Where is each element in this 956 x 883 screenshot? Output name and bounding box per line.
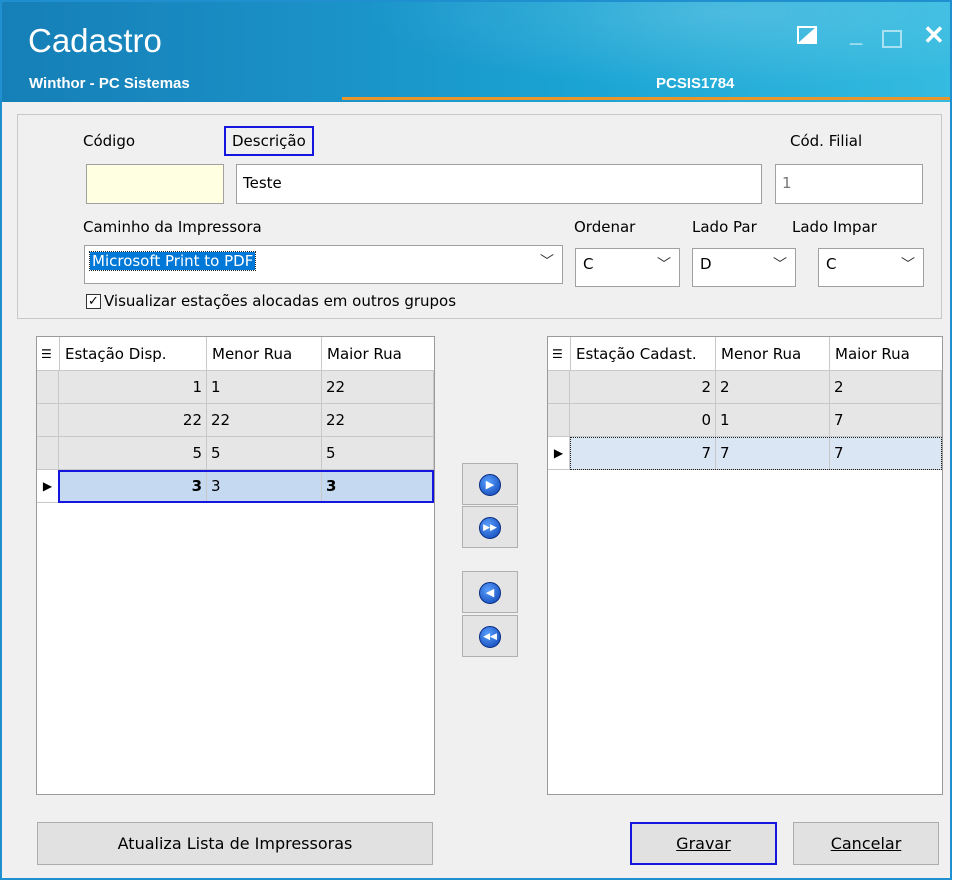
cell-menor-rua: 22 [207, 404, 322, 437]
column-header-estacao[interactable]: Estação Disp. [60, 337, 207, 371]
atualiza-button-label: Atualiza Lista de Impressoras [117, 834, 353, 853]
row-indicator[interactable] [37, 437, 59, 470]
restore-icon[interactable] [797, 26, 817, 44]
lado-impar-select[interactable]: C ﹀ [818, 248, 924, 287]
title-bar-swoosh [302, 2, 950, 102]
cell-maior-rua: 22 [322, 404, 434, 437]
cell-menor-rua: 1 [207, 371, 322, 404]
maximize-icon[interactable] [882, 30, 902, 48]
focus-outline [570, 437, 942, 470]
visualizar-label: Visualizar estações alocadas em outros g… [104, 292, 457, 310]
table-row[interactable]: 0 1 7 [548, 404, 942, 437]
impressora-select[interactable]: Microsoft Print to PDF ﹀ [84, 245, 563, 284]
move-all-left-button[interactable]: ◀◀ [462, 615, 518, 657]
cell-maior-rua: 7 [830, 404, 942, 437]
lado-par-value: D [700, 255, 712, 273]
move-right-icon: ▶ [479, 474, 501, 496]
atualiza-lista-button[interactable]: Atualiza Lista de Impressoras [37, 822, 433, 865]
descricao-label: Descrição [224, 126, 314, 156]
row-indicator[interactable] [37, 371, 59, 404]
chevron-down-icon[interactable]: ﹀ [540, 251, 554, 271]
lado-par-label: Lado Par [692, 218, 757, 236]
move-right-button[interactable]: ▶ [462, 463, 518, 505]
row-indicator[interactable] [37, 404, 59, 437]
title-bar[interactable]: Cadastro Winthor - PC Sistemas PCSIS1784… [2, 2, 950, 102]
move-all-left-icon: ◀◀ [479, 626, 501, 648]
chevron-down-icon[interactable]: ﹀ [901, 254, 915, 274]
chevron-down-icon[interactable]: ﹀ [657, 254, 671, 274]
selected-table-row[interactable]: ▶ 3 3 3 [37, 470, 434, 503]
selection-highlight [58, 470, 434, 503]
cadastro-window: Cadastro Winthor - PC Sistemas PCSIS1784… [0, 0, 952, 880]
cell-maior-rua: 5 [322, 437, 434, 470]
close-icon[interactable]: ✕ [923, 20, 945, 51]
cell-estacao: 0 [570, 404, 716, 437]
column-header-menor-rua[interactable]: Menor Rua [207, 337, 322, 371]
move-left-button[interactable]: ◀ [462, 571, 518, 613]
filial-label: Cód. Filial [790, 132, 863, 150]
selected-table-row[interactable]: ▶ 7 7 7 [548, 437, 942, 470]
table-row[interactable]: 1 1 22 [37, 371, 434, 404]
column-header-menor-rua[interactable]: Menor Rua [716, 337, 830, 371]
window-title: Cadastro [28, 22, 162, 59]
table-row[interactable]: 2 2 2 [548, 371, 942, 404]
title-accent-line [342, 97, 950, 100]
table-row[interactable]: 22 22 22 [37, 404, 434, 437]
row-pointer-icon[interactable]: ▶ [548, 437, 570, 470]
column-header-maior-rua[interactable]: Maior Rua [830, 337, 942, 371]
cancelar-button[interactable]: Cancelar [793, 822, 939, 865]
ordenar-label: Ordenar [574, 218, 636, 236]
gravar-button[interactable]: Gravar [630, 822, 777, 865]
window-subtitle: Winthor - PC Sistemas [29, 75, 190, 92]
visualizar-checkbox[interactable]: ✓ [86, 294, 101, 309]
column-chooser-icon[interactable]: ☰ [548, 337, 571, 371]
cell-estacao: 2 [570, 371, 716, 404]
gravar-button-label: Gravar [676, 834, 731, 853]
ordenar-select[interactable]: C ﹀ [575, 248, 680, 287]
estacoes-cadastradas-grid: ☰ Estação Cadast. Menor Rua Maior Rua 2 … [547, 336, 943, 795]
cell-estacao: 5 [59, 437, 207, 470]
row-pointer-icon[interactable]: ▶ [37, 470, 59, 503]
descricao-field[interactable]: Teste [236, 164, 762, 204]
lado-impar-label: Lado Impar [792, 218, 877, 236]
impressora-label: Caminho da Impressora [83, 218, 262, 236]
cell-menor-rua: 5 [207, 437, 322, 470]
cell-maior-rua: 2 [830, 371, 942, 404]
cell-menor-rua: 2 [716, 371, 830, 404]
cell-menor-rua: 1 [716, 404, 830, 437]
estacoes-disponiveis-grid: ☰ Estação Disp. Menor Rua Maior Rua 1 1 … [36, 336, 435, 795]
cell-maior-rua: 22 [322, 371, 434, 404]
row-indicator[interactable] [548, 404, 570, 437]
codigo-label: Código [83, 132, 136, 150]
ordenar-value: C [583, 255, 594, 273]
row-indicator[interactable] [548, 371, 570, 404]
filial-field[interactable]: 1 [775, 164, 923, 204]
column-chooser-icon[interactable]: ☰ [37, 337, 60, 371]
cancelar-button-label: Cancelar [830, 834, 902, 853]
cell-estacao: 1 [59, 371, 207, 404]
move-all-right-icon: ▶▶ [479, 517, 501, 539]
lado-impar-value: C [826, 255, 837, 273]
move-left-icon: ◀ [479, 582, 501, 604]
routine-code: PCSIS1784 [656, 75, 735, 92]
table-row[interactable]: 5 5 5 [37, 437, 434, 470]
impressora-value: Microsoft Print to PDF [88, 251, 257, 271]
codigo-field[interactable] [86, 164, 224, 204]
chevron-down-icon[interactable]: ﹀ [773, 254, 787, 274]
column-header-maior-rua[interactable]: Maior Rua [322, 337, 434, 371]
move-all-right-button[interactable]: ▶▶ [462, 506, 518, 548]
minimize-icon[interactable]: _ [850, 22, 862, 48]
column-header-estacao[interactable]: Estação Cadast. [571, 337, 716, 371]
lado-par-select[interactable]: D ﹀ [692, 248, 796, 287]
cell-estacao: 22 [59, 404, 207, 437]
